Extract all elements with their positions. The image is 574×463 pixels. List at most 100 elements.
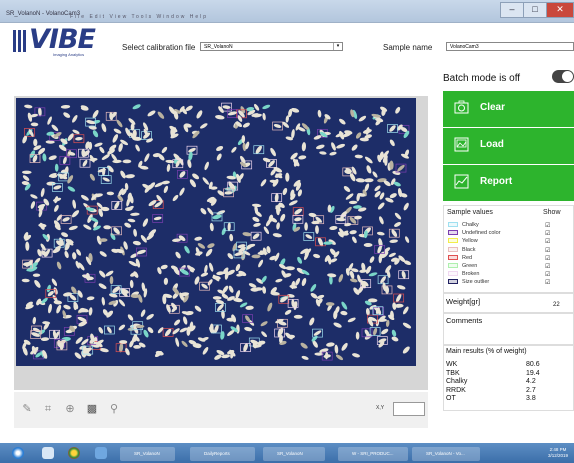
clear-button[interactable]: Clear [443,91,574,127]
grain [334,344,339,354]
legend-label: Size outlier [462,279,490,286]
close-button[interactable]: ✕ [546,2,574,18]
grain [329,225,338,231]
grain [245,305,254,310]
grain [364,178,374,183]
start-button-icon[interactable] [12,447,24,459]
grain [72,114,78,123]
app-icon[interactable] [95,447,107,459]
grain [212,296,222,300]
show-checkbox[interactable]: ☑ [545,264,551,270]
show-checkbox[interactable]: ☑ [545,280,551,286]
coordinates-label: X,Y [376,405,385,411]
grain [63,112,71,118]
grain [113,227,120,235]
grain [310,284,317,292]
grain [94,142,103,147]
batch-mode-label: Batch mode is off [443,73,521,84]
grain [56,214,63,221]
show-checkbox[interactable]: ☑ [545,256,551,262]
toggle-knob [562,71,573,82]
show-checkbox[interactable]: ☑ [545,248,551,254]
grain [364,156,373,164]
maximize-button[interactable]: □ [523,2,547,18]
taskbar-item[interactable]: SR_VolanoN - Vo... [412,447,480,461]
sample-name-input[interactable]: VolanoCam3 [446,42,574,51]
grain [64,250,69,259]
grain [241,135,246,144]
grain [389,239,398,243]
legend-label: Red [462,254,473,261]
pencil-icon[interactable]: ✎ [20,402,34,416]
grain [118,324,126,331]
grain [235,263,241,272]
crop-icon[interactable]: ⌗ [41,402,55,416]
taskbar-item[interactable]: W - SRI_PRODUC... [338,447,408,461]
calibration-value: SR_VolanoN [204,44,233,50]
clock-date: 3/12/2019 [548,453,569,458]
grain [212,214,222,220]
show-checkbox[interactable]: ☑ [545,272,551,278]
grain [355,331,360,340]
grain [209,222,214,232]
legend-swatch [448,238,458,244]
show-checkbox[interactable]: ☑ [545,223,551,229]
grain [313,330,322,336]
grain [205,248,213,257]
explorer-icon[interactable] [42,447,54,459]
show-checkbox[interactable]: ☑ [545,239,551,245]
grain [354,154,363,159]
grain [244,326,253,332]
menu-bar[interactable]: File Edit View Tools Window Help [70,14,208,20]
grain [68,225,78,231]
grain [261,331,268,338]
grain [216,145,224,152]
grain [260,179,267,187]
grain [301,355,309,360]
weight-value[interactable]: 22 [553,302,560,308]
grain [389,139,395,147]
grain [132,240,141,246]
grain [326,342,335,347]
sample-value-row: Yellow [448,238,478,244]
grain [345,193,354,200]
grain [313,253,321,259]
taskbar-item[interactable]: DailyReports [190,447,255,461]
calibration-select[interactable]: SR_VolanoN ▾ [200,42,343,51]
grain-image[interactable] [16,98,416,366]
sample-value-row: Green [448,263,477,269]
load-button[interactable]: Load [443,128,574,164]
minimize-button[interactable]: – [500,2,524,18]
legend-swatch [448,271,458,277]
show-checkbox[interactable]: ☑ [545,231,551,237]
grain [276,222,280,230]
zoom-icon[interactable]: ⊕ [63,402,77,416]
legend-swatch [448,279,458,285]
sample-value-row: Broken [448,271,479,277]
batch-mode-toggle[interactable] [552,70,574,83]
grain [369,256,375,263]
taskbar-item[interactable]: SR_VolanoN [263,447,325,461]
calibration-label: Select calibration file [122,43,196,52]
taskbar-item[interactable]: SR_VolanoN [120,447,175,461]
report-button[interactable]: Report [443,165,574,201]
grain [305,234,313,239]
grain [394,222,401,227]
grain [352,353,360,358]
grain [381,328,389,335]
grain [192,173,200,180]
grain [255,145,262,154]
grain [324,351,329,360]
grain [175,251,181,259]
coordinates-input[interactable] [393,402,425,416]
grid-icon[interactable]: ▩ [85,402,99,416]
chrome-icon[interactable] [68,447,80,459]
grain [338,274,344,283]
grain [215,299,224,304]
chevron-down-icon[interactable]: ▾ [333,43,342,50]
show-header: Show [543,209,561,216]
grain [284,309,292,315]
grain [114,201,120,210]
grain [53,185,62,190]
wrench-icon[interactable]: ⚲ [107,402,121,416]
